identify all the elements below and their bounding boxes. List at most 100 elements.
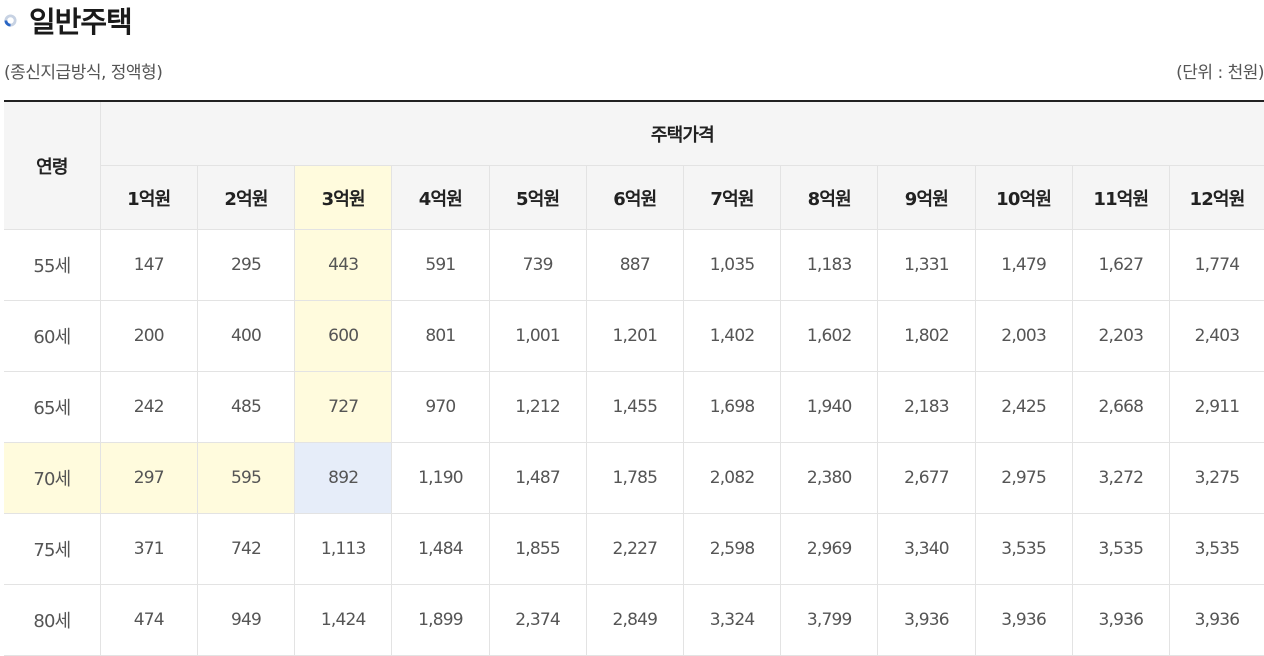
amount-cell: 887 (586, 229, 684, 301)
amount-cell: 1,602 (780, 300, 879, 372)
amount-cell: 400 (197, 300, 296, 372)
price-column-header: 12억원 (1169, 165, 1264, 230)
page-title: 일반주택 (29, 5, 133, 39)
price-column-header: 3억원 (294, 165, 393, 230)
amount-cell: 371 (100, 513, 198, 585)
amount-cell: 2,227 (586, 513, 684, 585)
pension-amount-table: 연령 주택가격 1억원 2억원 3억원 4억원 5억원 6억원 7억원 8억원 9억원 10억원 1… (4, 100, 1264, 656)
amount-cell: 1,331 (877, 229, 976, 301)
amount-cell: 2,975 (975, 442, 1073, 514)
table-body: 55세 147 295 443 591 739 887 1,035 1,183 1,331 1,47… (4, 229, 1264, 656)
amount-cell: 295 (197, 229, 296, 301)
amount-cell: 485 (197, 371, 296, 443)
amount-cell: 1,201 (586, 300, 684, 372)
amount-cell: 595 (197, 442, 296, 514)
amount-cell: 3,936 (1072, 584, 1170, 656)
section-title: 일반주택 (4, 0, 133, 40)
amount-cell: 3,535 (975, 513, 1073, 585)
price-column-header: 4억원 (391, 165, 490, 230)
table-row: 80세 474 949 1,424 1,899 2,374 2,849 3,324 3,799 3… (4, 584, 1264, 656)
amount-cell: 2,969 (780, 513, 879, 585)
amount-cell: 3,535 (1169, 513, 1264, 585)
age-header: 연령 (4, 101, 101, 230)
amount-cell: 2,380 (780, 442, 879, 514)
header-row-top: 연령 주택가격 (4, 101, 1264, 230)
price-column-headers: 1억원 2억원 3억원 4억원 5억원 6억원 7억원 8억원 9억원 10억원 11억원 12억원 (4, 165, 1264, 230)
amount-cell: 2,849 (586, 584, 684, 656)
amount-cell: 2,425 (975, 371, 1073, 443)
table-row: 65세 242 485 727 970 1,212 1,455 1,698 1,940 2,183… (4, 371, 1264, 443)
age-cell: 75세 (4, 513, 101, 585)
price-column-header: 10억원 (975, 165, 1073, 230)
amount-cell: 1,698 (683, 371, 782, 443)
amount-cell: 242 (100, 371, 198, 443)
unit-label: (단위 : 천원) (1176, 63, 1264, 83)
amount-cell: 1,627 (1072, 229, 1170, 301)
amount-cell: 1,183 (780, 229, 879, 301)
amount-cell: 2,003 (975, 300, 1073, 372)
amount-cell: 1,212 (489, 371, 587, 443)
amount-cell: 591 (391, 229, 490, 301)
amount-cell: 2,183 (877, 371, 976, 443)
age-cell: 70세 (4, 442, 101, 514)
amount-cell: 2,203 (1072, 300, 1170, 372)
amount-cell: 200 (100, 300, 198, 372)
price-column-header: 7억원 (683, 165, 782, 230)
amount-cell: 1,899 (391, 584, 490, 656)
amount-cell: 2,598 (683, 513, 782, 585)
amount-cell: 1,455 (586, 371, 684, 443)
amount-cell: 742 (197, 513, 296, 585)
amount-cell: 1,001 (489, 300, 587, 372)
amount-cell: 727 (294, 371, 393, 443)
price-column-header: 8억원 (780, 165, 879, 230)
table-row: 55세 147 295 443 591 739 887 1,035 1,183 1,331 1,47… (4, 229, 1264, 301)
amount-cell: 3,799 (780, 584, 879, 656)
house-price-header: 주택가격 (100, 101, 1264, 166)
amount-cell: 949 (197, 584, 296, 656)
amount-cell: 3,272 (1072, 442, 1170, 514)
price-column-header: 6억원 (586, 165, 684, 230)
price-column-header: 5억원 (489, 165, 587, 230)
amount-cell: 739 (489, 229, 587, 301)
amount-cell: 1,940 (780, 371, 879, 443)
age-cell: 55세 (4, 229, 101, 301)
amount-cell: 3,275 (1169, 442, 1264, 514)
amount-cell: 892 (294, 442, 393, 514)
amount-cell: 1,424 (294, 584, 393, 656)
amount-cell: 1,802 (877, 300, 976, 372)
amount-cell: 2,677 (877, 442, 976, 514)
amount-cell: 3,340 (877, 513, 976, 585)
amount-cell: 1,484 (391, 513, 490, 585)
price-column-header: 1억원 (100, 165, 198, 230)
amount-cell: 1,487 (489, 442, 587, 514)
age-cell: 60세 (4, 300, 101, 372)
amount-cell: 147 (100, 229, 198, 301)
age-cell: 80세 (4, 584, 101, 656)
amount-cell: 1,113 (294, 513, 393, 585)
age-cell: 65세 (4, 371, 101, 443)
amount-cell: 3,936 (975, 584, 1073, 656)
amount-cell: 1,035 (683, 229, 782, 301)
table-row: 70세 297 595 892 1,190 1,487 1,785 2,082 2,380 2,6… (4, 442, 1264, 514)
amount-cell: 1,479 (975, 229, 1073, 301)
amount-cell: 297 (100, 442, 198, 514)
amount-cell: 1,855 (489, 513, 587, 585)
circle-arc-icon (4, 13, 17, 27)
amount-cell: 2,403 (1169, 300, 1264, 372)
amount-cell: 1,774 (1169, 229, 1264, 301)
amount-cell: 1,190 (391, 442, 490, 514)
table-row: 60세 200 400 600 801 1,001 1,201 1,402 1,602 1,802… (4, 300, 1264, 372)
amount-cell: 3,936 (1169, 584, 1264, 656)
amount-cell: 2,082 (683, 442, 782, 514)
table-row: 75세 371 742 1,113 1,484 1,855 2,227 2,598 2,969 3… (4, 513, 1264, 585)
amount-cell: 474 (100, 584, 198, 656)
amount-cell: 443 (294, 229, 393, 301)
price-column-header: 2억원 (197, 165, 296, 230)
amount-cell: 3,936 (877, 584, 976, 656)
amount-cell: 600 (294, 300, 393, 372)
price-column-header: 11억원 (1072, 165, 1170, 230)
amount-cell: 1,785 (586, 442, 684, 514)
price-column-header: 9억원 (877, 165, 976, 230)
amount-cell: 3,535 (1072, 513, 1170, 585)
amount-cell: 2,374 (489, 584, 587, 656)
